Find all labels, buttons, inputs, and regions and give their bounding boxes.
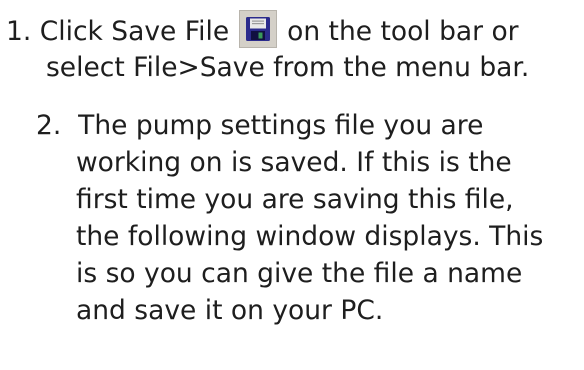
step-2-text-line: working on is saved. If this is the [76,147,512,178]
step-2-text-line: the following window displays. This [76,221,544,252]
step-2-text-line: The pump settings file you are [78,110,484,141]
step-1-text-before-icon: Click Save File [39,16,230,47]
step-1-number: 1. [6,16,32,47]
step-2-text-line: first time you are saving this file, [76,184,514,215]
step-1-text-after-icon: on the tool bar or [287,16,519,47]
step-2-line-1: 2. The pump settings file you are [36,107,543,144]
step-2-number: 2. [36,110,62,141]
step-1-line-1: 1. Click Save File on the tool bar or [6,10,519,50]
save-floppy-icon [239,10,278,48]
step-2-text-line: is so you can give the file a name [76,258,523,289]
step-2-text-line: and save it on your PC. [76,295,384,326]
step-2: 2. The pump settings file you are workin… [36,107,543,329]
step-1-line-2: select File>Save from the menu bar. [46,52,530,83]
